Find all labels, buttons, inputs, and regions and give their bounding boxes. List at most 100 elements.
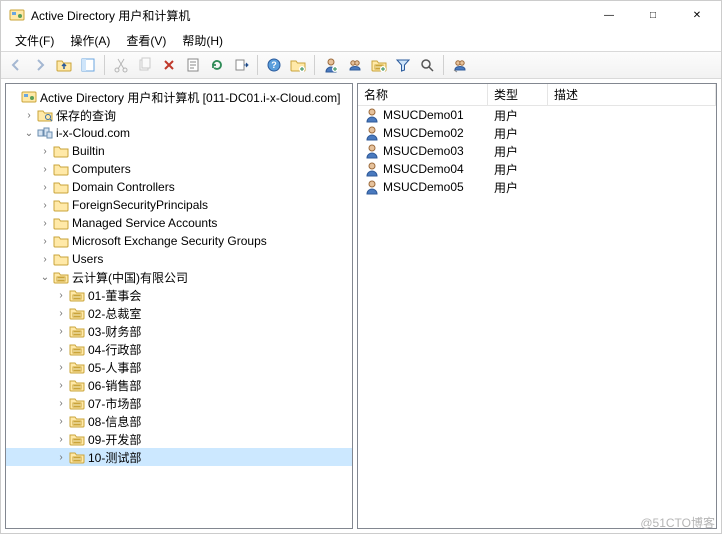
toolbar-new-ou[interactable]: [368, 54, 390, 76]
chevron-right-icon[interactable]: ›: [38, 234, 52, 248]
tree-ou-company[interactable]: ⌄云计算(中国)有限公司: [6, 268, 352, 286]
column-header-desc[interactable]: 描述: [548, 84, 716, 105]
maximize-button[interactable]: □: [631, 1, 675, 29]
toolbar-up[interactable]: [53, 54, 75, 76]
chevron-down-icon[interactable]: ⌄: [22, 126, 36, 140]
toolbar-forward[interactable]: [29, 54, 51, 76]
tree-node-label: Domain Controllers: [72, 180, 181, 194]
chevron-right-icon[interactable]: ›: [38, 216, 52, 230]
chevron-right-icon[interactable]: ›: [54, 432, 68, 446]
column-header-type[interactable]: 类型: [488, 84, 548, 105]
menu-file[interactable]: 文件(F): [7, 30, 62, 51]
menu-action[interactable]: 操作(A): [62, 30, 118, 51]
chevron-right-icon[interactable]: ›: [54, 342, 68, 356]
list-row[interactable]: MSUCDemo04用户: [358, 160, 716, 178]
toolbar: [1, 51, 721, 79]
chevron-right-icon[interactable]: ›: [38, 162, 52, 176]
chevron-right-icon[interactable]: ›: [38, 144, 52, 158]
chevron-right-icon[interactable]: ›: [54, 360, 68, 374]
tree-ou-child-8[interactable]: › 09-开发部: [6, 430, 352, 448]
list-row[interactable]: MSUCDemo02用户: [358, 124, 716, 142]
toolbar-delete[interactable]: [158, 54, 180, 76]
chevron-right-icon[interactable]: ›: [54, 288, 68, 302]
toolbar-new-user[interactable]: [320, 54, 342, 76]
toolbar-separator: [104, 55, 105, 75]
chevron-right-icon[interactable]: ›: [54, 450, 68, 464]
tree-domain[interactable]: ⌄ i-x-Cloud.com: [6, 124, 352, 142]
toolbar-back[interactable]: [5, 54, 27, 76]
column-header-name[interactable]: 名称: [358, 84, 488, 105]
tree-node-label: 01-董事会: [88, 287, 147, 304]
user-icon: [364, 107, 380, 123]
chevron-right-icon[interactable]: ›: [22, 108, 36, 122]
domain-icon: [37, 125, 53, 141]
chevron-right-icon[interactable]: ›: [54, 414, 68, 428]
toolbar-export[interactable]: [230, 54, 252, 76]
list-row[interactable]: MSUCDemo05用户: [358, 178, 716, 196]
tree-node-label: i-x-Cloud.com: [56, 126, 136, 140]
toolbar-help[interactable]: [263, 54, 285, 76]
tree-node-label: 10-测试部: [88, 449, 147, 466]
close-button[interactable]: ✕: [675, 1, 719, 29]
tree-ou-child-7[interactable]: ›08-信息部: [6, 412, 352, 430]
tree-container-3[interactable]: ›ForeignSecurityPrincipals: [6, 196, 352, 214]
chevron-right-icon[interactable]: ›: [38, 198, 52, 212]
toolbar-filter[interactable]: [392, 54, 414, 76]
folder-icon: [53, 233, 69, 249]
tree-node-label: Active Directory 用户和计算机 [011-DC01.i-x-Cl…: [40, 89, 347, 106]
toolbar-add-criteria[interactable]: [449, 54, 471, 76]
list-cell-type: 用户: [488, 143, 548, 160]
toolbar-refresh[interactable]: [206, 54, 228, 76]
user-icon: [364, 179, 380, 195]
tree-container-5[interactable]: ›Microsoft Exchange Security Groups: [6, 232, 352, 250]
tree-ou-child-6[interactable]: › 07-市场部: [6, 394, 352, 412]
chevron-right-icon[interactable]: ›: [54, 396, 68, 410]
toolbar-separator: [314, 55, 315, 75]
toolbar-new-group[interactable]: [344, 54, 366, 76]
tree-pane[interactable]: Active Directory 用户和计算机 [011-DC01.i-x-Cl…: [5, 83, 353, 529]
ou-icon: [69, 449, 85, 465]
chevron-right-icon[interactable]: ›: [54, 324, 68, 338]
ou-icon: [69, 287, 85, 303]
tree-container-0[interactable]: ›Builtin: [6, 142, 352, 160]
toolbar-new-container[interactable]: [287, 54, 309, 76]
tree-ou-child-5[interactable]: ›06-销售部: [6, 376, 352, 394]
menu-help[interactable]: 帮助(H): [174, 30, 231, 51]
tree-ou-child-2[interactable]: ›03-财务部: [6, 322, 352, 340]
list-row[interactable]: MSUCDemo03 用户: [358, 142, 716, 160]
tree-saved-queries[interactable]: › 保存的查询: [6, 106, 352, 124]
tree-container-1[interactable]: ›Computers: [6, 160, 352, 178]
chevron-right-icon[interactable]: ›: [54, 306, 68, 320]
tree-root[interactable]: Active Directory 用户和计算机 [011-DC01.i-x-Cl…: [6, 88, 352, 106]
toolbar-properties[interactable]: [182, 54, 204, 76]
list-cell-type: 用户: [488, 107, 548, 124]
tree-node-label: 09-开发部: [88, 431, 147, 448]
chevron-right-icon[interactable]: ›: [38, 252, 52, 266]
tree-node-label: Managed Service Accounts: [72, 216, 223, 230]
tree-container-2[interactable]: › Domain Controllers: [6, 178, 352, 196]
toolbar-console-tree[interactable]: [77, 54, 99, 76]
toolbar-find[interactable]: [416, 54, 438, 76]
menu-view[interactable]: 查看(V): [118, 30, 174, 51]
tree-container-6[interactable]: ›Users: [6, 250, 352, 268]
tree-ou-child-1[interactable]: › 02-总裁室: [6, 304, 352, 322]
chevron-right-icon[interactable]: ›: [54, 378, 68, 392]
list-row[interactable]: MSUCDemo01用户: [358, 106, 716, 124]
minimize-button[interactable]: —: [587, 1, 631, 29]
tree-ou-child-3[interactable]: ›04-行政部: [6, 340, 352, 358]
toolbar-copy[interactable]: [134, 54, 156, 76]
tree-ou-child-4[interactable]: ›05-人事部: [6, 358, 352, 376]
folder-icon: [53, 161, 69, 177]
tree-node-label: 07-市场部: [88, 395, 147, 412]
list-cell-name: MSUCDemo03: [383, 144, 464, 158]
tree-node-label: 保存的查询: [56, 107, 122, 124]
tree-ou-child-0[interactable]: › 01-董事会: [6, 286, 352, 304]
chevron-right-icon[interactable]: ›: [38, 180, 52, 194]
toolbar-cut[interactable]: [110, 54, 132, 76]
tree-ou-child-9[interactable]: › 10-测试部: [6, 448, 352, 466]
chevron-down-icon[interactable]: ⌄: [38, 270, 52, 284]
ou-icon: [69, 323, 85, 339]
tree-node-label: 02-总裁室: [88, 305, 147, 322]
tree-container-4[interactable]: › Managed Service Accounts: [6, 214, 352, 232]
list-pane[interactable]: 名称 类型 描述 MSUCDemo01用户MSUCDemo02用户MSUCDem…: [357, 83, 717, 529]
